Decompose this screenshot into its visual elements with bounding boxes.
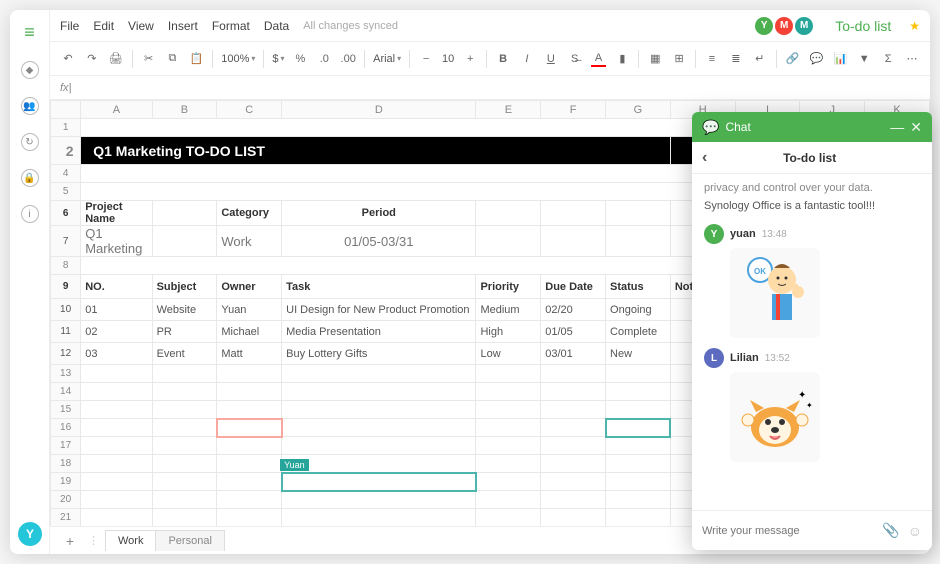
close-icon[interactable]: ✕ [910, 119, 922, 136]
back-icon[interactable]: ‹ [702, 149, 707, 167]
attach-icon[interactable]: 📎 [882, 522, 899, 539]
minimize-icon[interactable]: — [890, 119, 904, 135]
paste-icon[interactable]: 📋 [188, 51, 204, 67]
chat-panel: 💬 Chat — ✕ ‹ To-do list privacy and cont… [692, 112, 932, 550]
currency-select[interactable]: $▾ [272, 53, 284, 65]
cut-icon[interactable]: ✂ [141, 51, 157, 67]
sheet-tab[interactable]: Personal [155, 530, 224, 551]
chat-input[interactable] [702, 525, 874, 537]
wrap-icon[interactable]: ↵ [752, 51, 768, 67]
sender-name: yuan [730, 228, 756, 240]
sticker-icon: ✦✦ [730, 372, 820, 462]
menu-edit[interactable]: Edit [93, 19, 114, 33]
selection-red[interactable] [217, 419, 282, 437]
border-icon[interactable]: ▦ [647, 51, 663, 67]
people-icon[interactable]: 👥 [21, 97, 39, 115]
avatar[interactable]: M [795, 17, 813, 35]
avatar[interactable]: M [775, 17, 793, 35]
chat-body[interactable]: privacy and control over your data. Syno… [692, 174, 932, 510]
emoji-icon[interactable]: ☺ [908, 523, 922, 539]
strike-icon[interactable]: S̶ [567, 51, 583, 67]
collaborator-avatars: Y M M [755, 17, 813, 35]
undo-icon[interactable]: ↶ [60, 51, 76, 67]
sync-status: All changes synced [303, 20, 398, 32]
left-sidebar: ≡ ◆ 👥 ↻ 🔒 i [10, 10, 50, 554]
menu-insert[interactable]: Insert [168, 19, 198, 33]
valign-icon[interactable]: ≣ [728, 51, 744, 67]
info-icon[interactable]: i [21, 205, 39, 223]
chart-icon[interactable]: 📊 [832, 51, 848, 67]
more-icon[interactable]: ⋯ [904, 51, 920, 67]
font-select[interactable]: Arial▾ [373, 53, 401, 65]
fill-color-icon[interactable]: ▮ [614, 51, 630, 67]
sent-time: 13:48 [762, 229, 787, 240]
chat-header: 💬 Chat — ✕ [692, 112, 932, 142]
function-icon[interactable]: Σ [880, 51, 896, 67]
selection-teal[interactable] [606, 419, 671, 437]
decimal-inc-icon[interactable]: .00 [340, 51, 356, 67]
decimal-dec-icon[interactable]: .0 [316, 51, 332, 67]
toolbar: ↶ ↷ 🖨 ✂ ⧉ 📋 100%▾ $▾ % .0 .00 Arial▾ − 1… [50, 42, 930, 76]
chat-input-bar: 📎 ☺ [692, 510, 932, 550]
svg-text:✦: ✦ [806, 401, 813, 410]
add-sheet-button[interactable]: + [58, 533, 82, 549]
italic-icon[interactable]: I [519, 51, 535, 67]
avatar: L [704, 348, 724, 368]
selection-active[interactable]: Yuan [282, 473, 476, 491]
link-icon[interactable]: 🔗 [785, 51, 801, 67]
menu-file[interactable]: File [60, 19, 79, 33]
sticker-icon: OK [730, 248, 820, 338]
menu-view[interactable]: View [128, 19, 154, 33]
zoom-select[interactable]: 100%▾ [221, 53, 255, 65]
chat-subheader: ‹ To-do list [692, 142, 932, 174]
font-dec-icon[interactable]: − [418, 51, 434, 67]
chat-message: L Lilian 13:52 ✦✦ [704, 348, 920, 462]
svg-text:OK: OK [754, 267, 766, 276]
chat-line: Synology Office is a fantastic tool!!! [704, 200, 920, 212]
menu-data[interactable]: Data [264, 19, 289, 33]
chat-header-title: Chat [725, 120, 750, 134]
font-inc-icon[interactable]: + [462, 51, 478, 67]
doc-title[interactable]: To-do list [835, 18, 891, 34]
formula-bar[interactable]: fx | [50, 76, 930, 100]
cursor-nametag: Yuan [280, 459, 309, 471]
avatar[interactable]: Y [755, 17, 773, 35]
user-avatar[interactable]: Y [18, 522, 42, 546]
sheet-tab[interactable]: Work [105, 530, 156, 551]
filter-icon[interactable]: ▼ [856, 51, 872, 67]
bold-icon[interactable]: B [495, 51, 511, 67]
merge-icon[interactable]: ⊞ [671, 51, 687, 67]
chat-icon: 💬 [702, 119, 719, 136]
chat-message: Y yuan 13:48 OK [704, 224, 920, 338]
percent-icon[interactable]: % [293, 51, 309, 67]
tag-icon[interactable]: ◆ [21, 61, 39, 79]
sender-name: Lilian [730, 352, 759, 364]
star-icon[interactable]: ★ [909, 19, 920, 33]
menu-format[interactable]: Format [212, 19, 250, 33]
history-icon[interactable]: ↻ [21, 133, 39, 151]
lock-icon[interactable]: 🔒 [21, 169, 39, 187]
font-size[interactable]: 10 [442, 53, 454, 65]
comment-icon[interactable]: 💬 [809, 51, 825, 67]
chat-line: privacy and control over your data. [704, 182, 920, 194]
svg-text:✦: ✦ [798, 390, 806, 401]
print-icon[interactable]: 🖨 [108, 51, 124, 67]
halign-icon[interactable]: ≡ [704, 51, 720, 67]
text-color-icon[interactable]: A [591, 51, 607, 67]
copy-icon[interactable]: ⧉ [164, 51, 180, 67]
redo-icon[interactable]: ↷ [84, 51, 100, 67]
menubar: File Edit View Insert Format Data All ch… [50, 10, 930, 42]
sent-time: 13:52 [765, 353, 790, 364]
underline-icon[interactable]: U [543, 51, 559, 67]
menu-icon[interactable]: ≡ [24, 22, 35, 43]
avatar: Y [704, 224, 724, 244]
chat-title: To-do list [717, 151, 902, 165]
